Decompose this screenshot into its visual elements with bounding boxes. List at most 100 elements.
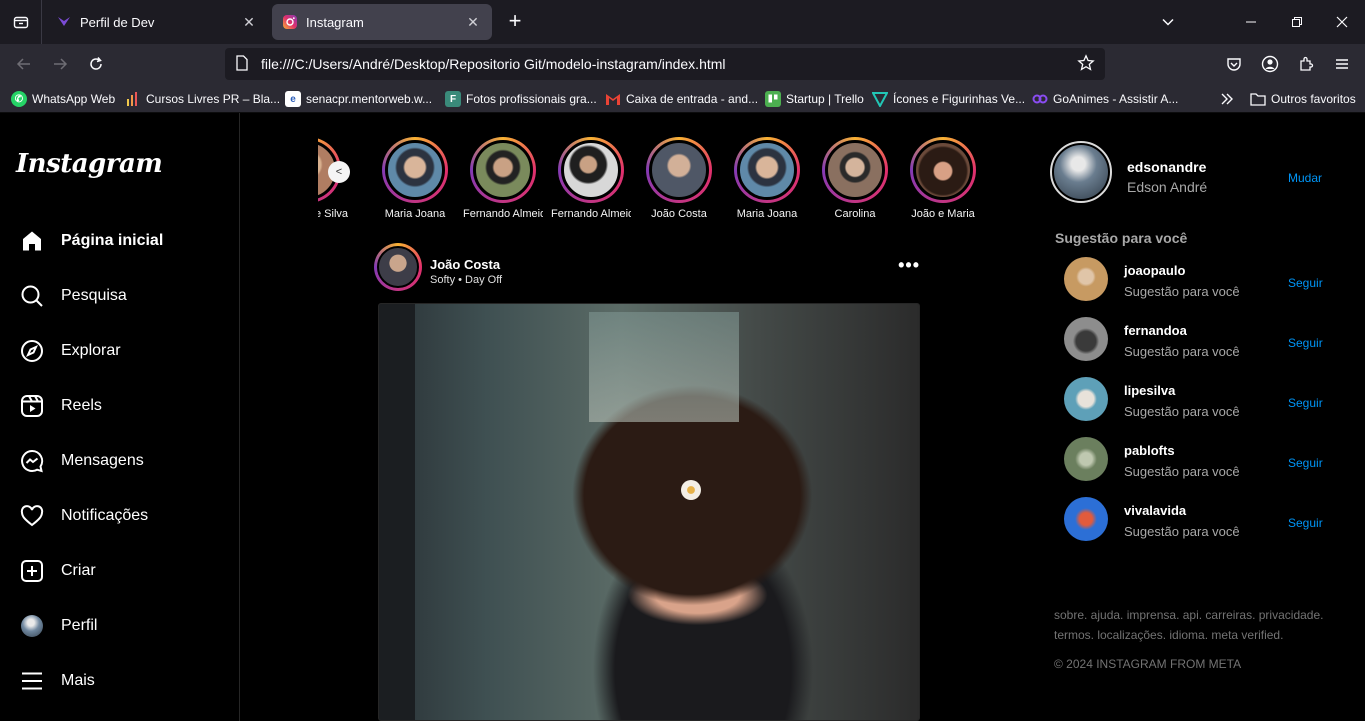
sidebar-item-search[interactable]: Pesquisa — [20, 281, 127, 311]
e-icon: e — [285, 91, 301, 107]
suggestion-username[interactable]: vivalavida — [1124, 503, 1186, 518]
bookmark-gmail[interactable]: Caixa de entrada - and... — [605, 90, 758, 108]
bookmark-senacpr[interactable]: e senacpr.mentorweb.w... — [285, 90, 432, 108]
instagram-favicon-icon — [282, 14, 298, 30]
stories-prev-button[interactable]: < — [328, 161, 350, 183]
instagram-page: Instagram Página inicial Pesquisa Explor… — [0, 113, 1365, 721]
story-avatar — [737, 140, 797, 200]
close-tab-icon[interactable]: ✕ — [240, 14, 258, 31]
suggestion-item: vivalavida Sugestão para você Seguir — [1064, 497, 1340, 543]
story-name: Fernando Almeida — [551, 208, 631, 220]
current-user-fullname: Edson André — [1127, 179, 1208, 195]
suggestion-item: fernandoa Sugestão para você Seguir — [1064, 317, 1340, 363]
reels-icon — [20, 394, 44, 418]
follow-button[interactable]: Seguir — [1288, 276, 1323, 290]
story-item[interactable]: João e Maria — [903, 137, 978, 220]
extensions-icon[interactable] — [1292, 50, 1320, 78]
other-bookmarks-folder[interactable]: Outros favoritos — [1250, 90, 1356, 108]
close-tab-icon[interactable]: ✕ — [464, 14, 482, 31]
story-item[interactable]: Maria Joana — [727, 137, 807, 220]
right-column: edsonandre Edson André Mudar Sugestão pa… — [1050, 113, 1350, 721]
url-text[interactable]: file:///C:/Users/André/Desktop/Repositor… — [261, 56, 1077, 72]
story-avatar — [473, 140, 533, 200]
more-options-icon[interactable]: ••• — [898, 255, 920, 276]
story-item[interactable]: Carolina — [815, 137, 895, 220]
tab-perfil-de-dev[interactable]: Perfil de Dev ✕ — [46, 4, 268, 40]
sidebar-item-label: Perfil — [61, 617, 98, 634]
story-ring — [822, 137, 888, 203]
bookmark-icones-figurinhas[interactable]: Ícones e Figurinhas Ve... — [872, 90, 1025, 108]
sidebar-item-notifications[interactable]: Notificações — [20, 501, 148, 531]
sidebar-item-label: Notificações — [61, 507, 149, 524]
sidebar-item-more[interactable]: Mais — [20, 666, 95, 696]
suggestion-avatar[interactable] — [1064, 437, 1108, 481]
bookmark-fotos[interactable]: F Fotos profissionais gra... — [445, 90, 597, 108]
sidebar-item-label: Criar — [61, 562, 96, 579]
follow-button[interactable]: Seguir — [1288, 456, 1323, 470]
pocket-icon[interactable] — [1220, 50, 1248, 78]
forward-arrow-icon[interactable] — [46, 50, 74, 78]
minimize-icon[interactable] — [1228, 0, 1274, 44]
url-bar[interactable]: file:///C:/Users/André/Desktop/Repositor… — [225, 48, 1105, 80]
sidebar-item-create[interactable]: Criar — [20, 556, 96, 586]
post-subtitle: Softy • Day Off — [430, 274, 503, 286]
list-all-tabs-icon[interactable] — [1145, 0, 1191, 44]
tab-list-icon[interactable] — [0, 0, 42, 44]
more-bookmarks-chevron-icon[interactable] — [1220, 90, 1234, 108]
suggestion-avatar[interactable] — [1064, 377, 1108, 421]
bookmark-star-icon[interactable] — [1077, 53, 1095, 75]
footer-links[interactable]: sobre. ajuda. imprensa. api. carreiras. … — [1054, 605, 1344, 645]
bookmark-goanimes[interactable]: GoAnimes - Assistir A... — [1032, 90, 1178, 108]
sidebar-item-explore[interactable]: Explorar — [20, 336, 121, 366]
hamburger-menu-icon[interactable] — [1328, 50, 1356, 78]
follow-button[interactable]: Seguir — [1288, 516, 1323, 530]
bookmark-trello[interactable]: Startup | Trello — [765, 90, 864, 108]
story-name: Felipe Silva — [318, 208, 348, 220]
account-icon[interactable] — [1256, 50, 1284, 78]
story-item[interactable]: Maria Joana — [375, 137, 455, 220]
suggestion-avatar[interactable] — [1064, 497, 1108, 541]
sidebar-item-messages[interactable]: Mensagens — [20, 446, 144, 476]
bookmark-cursos-livres[interactable]: Cursos Livres PR – Bla... — [125, 90, 280, 108]
post-image[interactable] — [378, 303, 920, 721]
whatsapp-icon: ✆ — [11, 91, 27, 107]
story-item[interactable]: João Costa — [639, 137, 719, 220]
story-item[interactable]: Fernando Almeida — [551, 137, 631, 220]
reload-icon[interactable] — [82, 50, 110, 78]
follow-button[interactable]: Seguir — [1288, 396, 1323, 410]
suggestion-username[interactable]: fernandoa — [1124, 323, 1187, 338]
restore-icon[interactable] — [1274, 0, 1320, 44]
bookmark-whatsapp[interactable]: ✆ WhatsApp Web — [11, 90, 115, 108]
sidebar-item-profile[interactable]: Perfil — [20, 611, 97, 641]
heart-icon — [20, 504, 44, 528]
stories-tray: Felipe Silva Maria Joana Fernando Almeid… — [318, 137, 978, 223]
story-item[interactable]: Fernando Almeida — [463, 137, 543, 220]
bookmark-label: Caixa de entrada - and... — [626, 92, 759, 106]
suggestion-subtitle: Sugestão para você — [1124, 404, 1240, 419]
search-icon — [20, 284, 44, 308]
tab-title: Instagram — [306, 14, 364, 30]
switch-account-link[interactable]: Mudar — [1288, 171, 1322, 185]
suggestion-username[interactable]: lipesilva — [1124, 383, 1175, 398]
current-username[interactable]: edsonandre — [1127, 159, 1206, 175]
suggestion-username[interactable]: pablofts — [1124, 443, 1175, 458]
page-icon — [235, 54, 249, 74]
follow-button[interactable]: Seguir — [1288, 336, 1323, 350]
instagram-logo[interactable]: Instagram — [16, 149, 163, 179]
back-arrow-icon[interactable] — [10, 50, 38, 78]
close-window-icon[interactable] — [1319, 0, 1365, 44]
tab-instagram[interactable]: Instagram ✕ — [272, 4, 492, 40]
sidebar-item-reels[interactable]: Reels — [20, 391, 102, 421]
story-ring — [470, 137, 536, 203]
new-tab-button[interactable]: + — [504, 10, 526, 32]
post-username[interactable]: João Costa — [430, 257, 500, 272]
suggestion-avatar[interactable] — [1064, 317, 1108, 361]
story-name: Maria Joana — [736, 208, 798, 220]
sidebar-item-home[interactable]: Página inicial — [20, 226, 163, 256]
suggestion-avatar[interactable] — [1064, 257, 1108, 301]
suggestion-subtitle: Sugestão para você — [1124, 464, 1240, 479]
post-author-avatar[interactable] — [374, 243, 422, 291]
goanimes-icon — [1032, 91, 1048, 107]
suggestion-username[interactable]: joaopaulo — [1124, 263, 1185, 278]
current-user-avatar[interactable] — [1050, 141, 1112, 203]
